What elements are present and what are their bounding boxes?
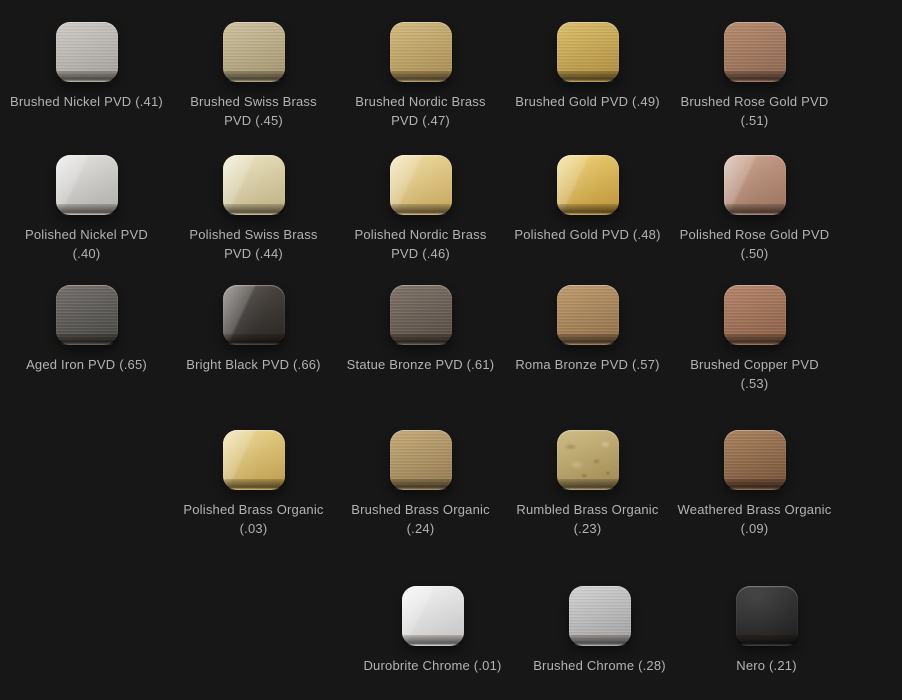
finish-label: Rumbled Brass Organic (.23): [511, 500, 665, 538]
finish-swatch[interactable]: [557, 285, 619, 345]
finish-row-1: Brushed Nickel PVD (.41) Brushed Swiss B…: [3, 22, 838, 130]
finish-option-bright-black-pvd[interactable]: Bright Black PVD (.66): [170, 285, 337, 393]
finish-option-rumbled-brass-organic[interactable]: Rumbled Brass Organic (.23): [504, 430, 671, 538]
finish-option-brushed-copper-pvd[interactable]: Brushed Copper PVD (.53): [671, 285, 838, 393]
finish-label: Brushed Rose Gold PVD (.51): [678, 92, 832, 130]
finish-label: Polished Brass Organic (.03): [177, 500, 331, 538]
finish-label: Polished Nordic Brass PVD (.46): [344, 225, 498, 263]
finish-label: Brushed Nordic Brass PVD (.47): [344, 92, 498, 130]
finish-swatch[interactable]: [724, 22, 786, 82]
finish-label: Polished Nickel PVD (.40): [10, 225, 164, 263]
finish-option-polished-nickel-pvd[interactable]: Polished Nickel PVD (.40): [3, 155, 170, 263]
finish-option-brushed-nickel-pvd[interactable]: Brushed Nickel PVD (.41): [3, 22, 170, 130]
finish-label: Statue Bronze PVD (.61): [347, 355, 495, 374]
finish-option-brushed-brass-organic[interactable]: Brushed Brass Organic (.24): [337, 430, 504, 538]
finish-label: Polished Rose Gold PVD (.50): [678, 225, 832, 263]
finish-swatch[interactable]: [56, 285, 118, 345]
finish-option-brushed-rose-gold-pvd[interactable]: Brushed Rose Gold PVD (.51): [671, 22, 838, 130]
finish-swatch[interactable]: [557, 155, 619, 215]
finish-label: Durobrite Chrome (.01): [363, 656, 501, 675]
finish-option-brushed-nordic-brass-pvd[interactable]: Brushed Nordic Brass PVD (.47): [337, 22, 504, 130]
finish-swatch[interactable]: [557, 430, 619, 490]
finish-label: Polished Swiss Brass PVD (.44): [177, 225, 331, 263]
finish-label: Weathered Brass Organic (.09): [678, 500, 832, 538]
finish-swatch[interactable]: [557, 22, 619, 82]
finish-option-brushed-swiss-brass-pvd[interactable]: Brushed Swiss Brass PVD (.45): [170, 22, 337, 130]
finish-label: Brushed Copper PVD (.53): [678, 355, 832, 393]
finish-row-3: Aged Iron PVD (.65) Bright Black PVD (.6…: [3, 285, 838, 393]
finish-option-roma-bronze-pvd[interactable]: Roma Bronze PVD (.57): [504, 285, 671, 393]
finish-label: Polished Gold PVD (.48): [514, 225, 660, 244]
finish-swatch[interactable]: [223, 285, 285, 345]
finish-swatch[interactable]: [56, 22, 118, 82]
finish-swatch[interactable]: [736, 586, 798, 646]
finish-option-brushed-chrome[interactable]: Brushed Chrome (.28): [516, 586, 683, 675]
finish-label: Brushed Chrome (.28): [533, 656, 666, 675]
finish-option-brushed-gold-pvd[interactable]: Brushed Gold PVD (.49): [504, 22, 671, 130]
finish-option-statue-bronze-pvd[interactable]: Statue Bronze PVD (.61): [337, 285, 504, 393]
finish-row-4: Polished Brass Organic (.03) Brushed Bra…: [170, 430, 838, 538]
finish-swatch[interactable]: [223, 155, 285, 215]
finish-option-weathered-brass-organic[interactable]: Weathered Brass Organic (.09): [671, 430, 838, 538]
finish-swatch[interactable]: [223, 430, 285, 490]
finish-option-durobrite-chrome[interactable]: Durobrite Chrome (.01): [349, 586, 516, 675]
finish-swatch[interactable]: [724, 155, 786, 215]
finish-swatch[interactable]: [402, 586, 464, 646]
finish-swatch[interactable]: [56, 155, 118, 215]
finish-swatch[interactable]: [724, 285, 786, 345]
finish-label: Brushed Nickel PVD (.41): [10, 92, 163, 111]
finish-swatch[interactable]: [223, 22, 285, 82]
finish-option-polished-swiss-brass-pvd[interactable]: Polished Swiss Brass PVD (.44): [170, 155, 337, 263]
finish-option-aged-iron-pvd[interactable]: Aged Iron PVD (.65): [3, 285, 170, 393]
finish-label: Nero (.21): [736, 656, 797, 675]
finish-label: Brushed Brass Organic (.24): [344, 500, 498, 538]
finish-swatch[interactable]: [569, 586, 631, 646]
finish-option-polished-rose-gold-pvd[interactable]: Polished Rose Gold PVD (.50): [671, 155, 838, 263]
finish-swatch[interactable]: [724, 430, 786, 490]
finish-option-nero[interactable]: Nero (.21): [683, 586, 850, 675]
finish-label: Aged Iron PVD (.65): [26, 355, 147, 374]
finish-label: Brushed Swiss Brass PVD (.45): [177, 92, 331, 130]
finish-selector-grid: Brushed Nickel PVD (.41) Brushed Swiss B…: [0, 0, 902, 700]
finish-swatch[interactable]: [390, 155, 452, 215]
finish-label: Bright Black PVD (.66): [186, 355, 320, 374]
finish-row-2: Polished Nickel PVD (.40) Polished Swiss…: [3, 155, 838, 263]
finish-swatch[interactable]: [390, 430, 452, 490]
finish-label: Brushed Gold PVD (.49): [515, 92, 660, 111]
finish-swatch[interactable]: [390, 285, 452, 345]
finish-row-5: Durobrite Chrome (.01) Brushed Chrome (.…: [349, 586, 850, 675]
finish-option-polished-brass-organic[interactable]: Polished Brass Organic (.03): [170, 430, 337, 538]
finish-label: Roma Bronze PVD (.57): [515, 355, 659, 374]
finish-swatch[interactable]: [390, 22, 452, 82]
finish-option-polished-gold-pvd[interactable]: Polished Gold PVD (.48): [504, 155, 671, 263]
finish-option-polished-nordic-brass-pvd[interactable]: Polished Nordic Brass PVD (.46): [337, 155, 504, 263]
